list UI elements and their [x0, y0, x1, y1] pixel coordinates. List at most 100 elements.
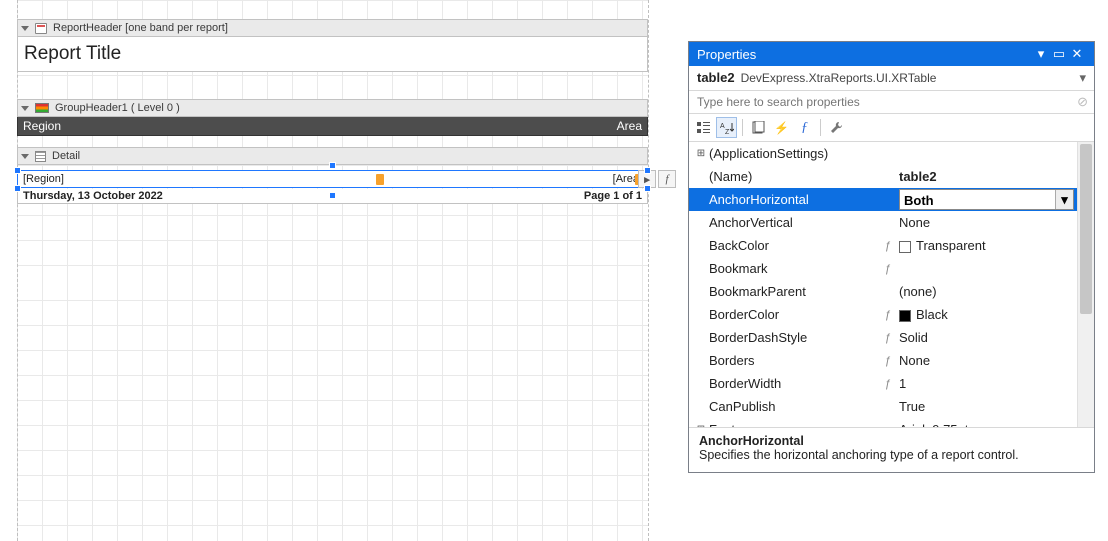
properties-grid[interactable]: ⊞(ApplicationSettings)(Name)table2Anchor… — [689, 142, 1094, 427]
band-header[interactable]: ReportHeader [one band per report] — [17, 19, 648, 37]
band-label: GroupHeader1 ( Level 0 ) — [55, 102, 180, 114]
scrollbar[interactable] — [1077, 142, 1094, 427]
property-row-name[interactable]: (Name)table2 — [689, 165, 1094, 188]
resize-handle[interactable] — [329, 162, 336, 169]
properties-toolbar: AZ ⚡ ƒ — [689, 114, 1094, 142]
chevron-down-icon[interactable]: ▾ — [1079, 70, 1086, 86]
property-row-applicationsettings[interactable]: ⊞(ApplicationSettings) — [689, 142, 1094, 165]
property-name: AnchorHorizontal — [707, 192, 885, 207]
collapse-icon[interactable] — [21, 106, 29, 111]
column-region[interactable]: Region — [18, 117, 66, 135]
report-header-band[interactable]: ReportHeader [one band per report] Repor… — [17, 19, 648, 72]
property-row-bookmark[interactable]: Bookmarkƒ — [689, 257, 1094, 280]
expand-icon[interactable]: ⊞ — [695, 148, 707, 159]
expression-indicator-icon: ƒ — [885, 263, 899, 275]
property-name: BorderDashStyle — [707, 330, 885, 345]
collapse-icon[interactable] — [21, 26, 29, 31]
resize-handle[interactable] — [329, 192, 336, 199]
property-value[interactable]: Arial, 9.75pt — [899, 422, 1074, 427]
footer-date-label: Thursday, 13 October 2022 — [23, 190, 163, 202]
scrollbar-thumb[interactable] — [1080, 144, 1092, 314]
property-pages-button[interactable] — [748, 117, 769, 138]
alphabetical-button[interactable]: AZ — [716, 117, 737, 138]
expression-indicator-icon: ƒ — [885, 309, 899, 321]
object-selector[interactable]: table2 DevExpress.XtraReports.UI.XRTable… — [689, 66, 1094, 91]
panel-title-text: Properties — [697, 47, 1032, 62]
description-name: AnchorHorizontal — [699, 434, 804, 448]
smart-tag-icon[interactable] — [376, 174, 384, 185]
property-name: BorderWidth — [707, 376, 885, 391]
expression-indicator-icon: ƒ — [885, 332, 899, 344]
detail-icon — [35, 151, 46, 162]
search-input[interactable] — [689, 91, 1094, 113]
property-search[interactable]: ⊘ — [689, 91, 1094, 114]
column-header-row[interactable]: Region Area — [17, 117, 648, 136]
expression-button[interactable]: f — [658, 170, 676, 188]
band-label: Detail — [52, 150, 80, 162]
group-header-icon — [35, 103, 49, 113]
table2-row[interactable]: [Region] [Area] — [17, 170, 648, 188]
property-value[interactable]: True — [899, 399, 1074, 414]
group-header-band[interactable]: GroupHeader1 ( Level 0 ) Region Area — [17, 99, 648, 136]
property-value[interactable]: Solid — [899, 330, 1074, 345]
column-area[interactable]: Area — [66, 117, 647, 135]
dropdown-icon[interactable]: ▾ — [1032, 45, 1050, 63]
resize-handle[interactable] — [644, 185, 651, 192]
footer-page-label: Page 1 of 1 — [163, 190, 642, 202]
property-row-bookmarkparent[interactable]: BookmarkParent (none) — [689, 280, 1094, 303]
property-row-borderwidth[interactable]: BorderWidthƒ1 — [689, 372, 1094, 395]
panel-titlebar[interactable]: Properties ▾ ▭ ✕ — [689, 42, 1094, 66]
right-margin-guide[interactable] — [648, 0, 649, 541]
property-row-anchorvertical[interactable]: AnchorVertical None — [689, 211, 1094, 234]
property-row-backcolor[interactable]: BackColorƒTransparent — [689, 234, 1094, 257]
property-row-anchorhorizontal[interactable]: AnchorHorizontal Both▾ — [689, 188, 1094, 211]
categorized-button[interactable] — [693, 117, 714, 138]
selected-object-class: DevExpress.XtraReports.UI.XRTable — [741, 71, 937, 85]
left-margin-guide[interactable] — [17, 0, 18, 541]
clear-search-icon[interactable]: ⊘ — [1077, 94, 1088, 110]
property-value[interactable]: table2 — [899, 169, 1074, 184]
expression-indicator-icon: ƒ — [885, 378, 899, 390]
expressions-button[interactable]: ƒ — [794, 117, 815, 138]
properties-panel: Properties ▾ ▭ ✕ table2 DevExpress.XtraR… — [688, 41, 1095, 473]
property-row-borders[interactable]: BordersƒNone — [689, 349, 1094, 372]
property-row-borderdashstyle[interactable]: BorderDashStyleƒSolid — [689, 326, 1094, 349]
property-value[interactable]: None — [899, 215, 1074, 230]
collapse-icon[interactable] — [21, 154, 29, 159]
resize-handle[interactable] — [14, 185, 21, 192]
property-value[interactable]: 1 — [899, 376, 1074, 391]
property-value[interactable]: Transparent — [899, 238, 1074, 253]
property-value[interactable]: Black — [899, 307, 1074, 322]
property-name: Borders — [707, 353, 885, 368]
report-designer-canvas[interactable]: ReportHeader [one band per report] Repor… — [0, 0, 690, 541]
expand-icon[interactable]: ⊞ — [695, 424, 707, 427]
description-text: Specifies the horizontal anchoring type … — [699, 448, 1019, 462]
property-value[interactable]: None — [899, 353, 1074, 368]
property-name: BackColor — [707, 238, 885, 253]
report-title-label[interactable]: Report Title — [17, 37, 648, 72]
resize-handle[interactable] — [644, 167, 651, 174]
expression-indicator-icon: ƒ — [885, 240, 899, 252]
property-name: Bookmark — [707, 261, 885, 276]
property-name: BookmarkParent — [707, 284, 885, 299]
wrench-button[interactable] — [826, 117, 847, 138]
property-value[interactable]: (none) — [899, 284, 1074, 299]
property-name: BorderColor — [707, 307, 885, 322]
band-label: ReportHeader [one band per report] — [53, 22, 228, 34]
cell-region[interactable]: [Region] — [18, 173, 333, 185]
maximize-icon[interactable]: ▭ — [1050, 45, 1068, 63]
selected-object-name: table2 — [697, 70, 735, 85]
close-icon[interactable]: ✕ — [1068, 45, 1086, 63]
svg-text:Z: Z — [725, 129, 730, 135]
resize-handle[interactable] — [14, 167, 21, 174]
property-row-canpublish[interactable]: CanPublishTrue — [689, 395, 1094, 418]
band-header[interactable]: GroupHeader1 ( Level 0 ) — [17, 99, 648, 117]
events-button[interactable]: ⚡ — [771, 117, 792, 138]
property-row-bordercolor[interactable]: BorderColorƒBlack — [689, 303, 1094, 326]
property-name: AnchorVertical — [707, 215, 885, 230]
property-row-font[interactable]: ⊞FontArial, 9.75pt — [689, 418, 1094, 427]
property-description: AnchorHorizontal Specifies the horizonta… — [689, 427, 1094, 472]
expression-indicator-icon: ƒ — [885, 355, 899, 367]
property-value[interactable]: Both▾ — [899, 189, 1074, 210]
chevron-down-icon[interactable]: ▾ — [1055, 190, 1073, 209]
